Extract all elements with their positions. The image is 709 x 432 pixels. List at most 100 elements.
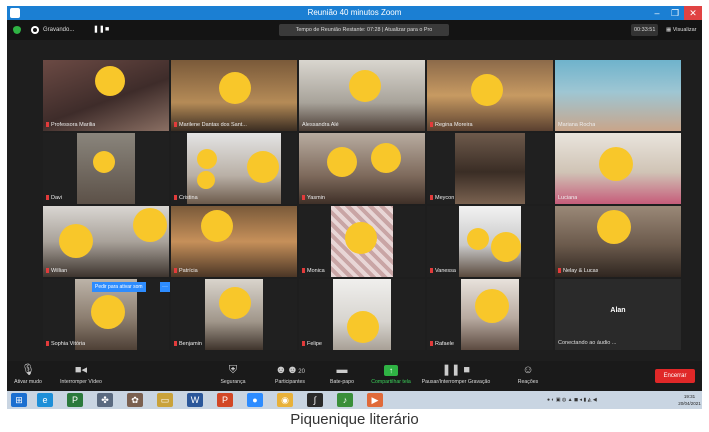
meeting-toolbar: 🎙 Ativar mudo ■◂ Interromper Vídeo ⛨ Segura…: [7, 361, 702, 391]
participant-name: Rafaele: [430, 340, 454, 348]
smiley-icon: ☺: [522, 364, 534, 376]
muted-mic-icon: [46, 341, 49, 346]
participant-name: Cristina: [174, 194, 198, 202]
emoji-face-icon: [219, 72, 251, 104]
more-options-button[interactable]: ···: [160, 282, 170, 292]
system-tray[interactable]: ● ◐ ▣ ◍ ▲ ◼ ◂ ▮ ◭ ◀: [547, 395, 597, 405]
project-icon[interactable]: P: [67, 393, 83, 407]
meeting-top-bar: Gravando... ❚❚ ■ Tempo de Reunião Restan…: [7, 20, 702, 40]
video-tile[interactable]: Felipe: [299, 279, 425, 350]
muted-mic-icon: [430, 268, 433, 273]
view-button[interactable]: ▦ Visualizar: [666, 24, 696, 36]
participant-name: Willian: [46, 267, 67, 275]
video-tile[interactable]: Nelay & Lucas: [555, 206, 681, 277]
video-tile[interactable]: Yasmin: [299, 133, 425, 204]
app-icon[interactable]: ∫: [307, 393, 323, 407]
emoji-face-icon: [347, 311, 379, 343]
share-screen-icon: ↑: [367, 363, 415, 377]
muted-mic-icon: [174, 268, 177, 273]
minimize-button[interactable]: –: [648, 6, 666, 20]
participant-name: Davi: [46, 194, 62, 202]
video-tile[interactable]: Willian: [43, 206, 169, 277]
video-camera-icon: ■◂: [74, 364, 88, 376]
emoji-face-icon: [247, 151, 279, 183]
video-tile[interactable]: Mariana Rocha: [555, 60, 681, 131]
time-remaining-banner[interactable]: Tempo de Reunião Restante: 07:28 | Atual…: [279, 24, 449, 36]
participant-name: Benjamin: [174, 340, 202, 348]
edge-browser-icon[interactable]: e: [37, 393, 53, 407]
stop-video-button[interactable]: ■◂ Interromper Vídeo: [53, 363, 109, 386]
video-tile[interactable]: Monica: [299, 206, 425, 277]
window-title: Reunião 40 minutos Zoom: [307, 8, 402, 17]
pause-recording-button[interactable]: ❚❚: [93, 24, 105, 36]
chat-button[interactable]: ▬ Bate-papo: [325, 363, 359, 386]
app-icon[interactable]: ✤: [97, 393, 113, 407]
video-tile[interactable]: Luciana: [555, 133, 681, 204]
security-shield-icon[interactable]: [13, 26, 21, 34]
image-caption: Piquenique literário: [290, 411, 419, 428]
maximize-button[interactable]: ❐: [666, 6, 684, 20]
muted-mic-icon: [430, 122, 433, 127]
video-tile[interactable]: Vanessa: [427, 206, 553, 277]
muted-mic-icon: [46, 195, 49, 200]
audio-connection-status: Conectando ao áudio ...: [558, 340, 617, 346]
reactions-button[interactable]: ☺ Reações: [513, 363, 543, 386]
ask-to-unmute-button[interactable]: Pedir para ativar som: [92, 282, 146, 292]
recording-status: Gravando...: [43, 27, 75, 33]
video-tile[interactable]: Rafaele: [427, 279, 553, 350]
emoji-face-icon: [59, 224, 93, 258]
participant-name: Luciana: [558, 195, 578, 201]
end-meeting-button[interactable]: Encerrar: [655, 369, 695, 383]
emoji-face-icon: [91, 295, 125, 329]
file-explorer-icon[interactable]: ▭: [157, 393, 173, 407]
participant-name: Marilene Dantas dos Sant...: [174, 121, 247, 129]
emoji-face-icon: [475, 289, 509, 323]
video-tile[interactable]: Marilene Dantas dos Sant...: [171, 60, 297, 131]
video-tile[interactable]: Professora Marilia: [43, 60, 169, 131]
title-bar: Reunião 40 minutos Zoom – ❐ ✕: [7, 6, 702, 20]
video-tile[interactable]: Cristina: [171, 133, 297, 204]
emoji-face-icon: [201, 210, 233, 242]
media-player-icon[interactable]: ▶: [367, 393, 383, 407]
app-icon[interactable]: ✿: [127, 393, 143, 407]
emoji-face-icon: [371, 143, 401, 173]
video-feed: [455, 133, 525, 204]
participant-name: Monica: [302, 267, 325, 275]
powerpoint-icon[interactable]: P: [217, 393, 233, 407]
share-screen-button[interactable]: ↑ Compartilhar tela: [367, 363, 415, 386]
taskbar-clock[interactable]: 19:31 20/04/2021: [677, 393, 702, 407]
video-tile[interactable]: Meycon: [427, 133, 553, 204]
app-icon[interactable]: ♪: [337, 393, 353, 407]
chrome-icon[interactable]: ◉: [277, 393, 293, 407]
mute-button[interactable]: 🎙 Ativar mudo: [11, 363, 45, 386]
word-icon[interactable]: W: [187, 393, 203, 407]
muted-mic-icon: [46, 122, 49, 127]
participants-button[interactable]: ☻☻20 Participantes: [269, 363, 311, 386]
emoji-face-icon: [467, 228, 489, 250]
video-tile-audio-only[interactable]: Alan Conectando ao áudio ...: [555, 279, 681, 350]
video-tile[interactable]: Benjamin: [171, 279, 297, 350]
muted-mic-icon: [46, 268, 49, 273]
emoji-face-icon: [95, 66, 125, 96]
zoom-window: Reunião 40 minutos Zoom – ❐ ✕ Gravando..…: [7, 6, 702, 409]
emoji-face-icon: [93, 151, 115, 173]
video-tile-active-speaker[interactable]: Alessandra Alé: [299, 60, 425, 131]
stop-recording-button[interactable]: ■: [105, 24, 109, 36]
video-tile[interactable]: Regina Moreira: [427, 60, 553, 131]
participant-name: Sophia Vitória: [46, 340, 85, 348]
pause-stop-recording-button[interactable]: ❚❚ ■ Pausar/Interromper Gravação: [421, 363, 491, 386]
muted-mic-icon: [302, 341, 305, 346]
security-button[interactable]: ⛨ Segurança: [215, 363, 251, 386]
zoom-icon[interactable]: ●: [247, 393, 263, 407]
muted-mic-icon: [174, 122, 177, 127]
participant-name: Vanessa: [430, 267, 456, 275]
meeting-timer: 00:33:51: [631, 24, 659, 36]
windows-start-icon[interactable]: ⊞: [11, 393, 27, 407]
emoji-face-icon: [197, 171, 215, 189]
video-tile[interactable]: Patrícia: [171, 206, 297, 277]
muted-mic-icon: [430, 341, 433, 346]
emoji-face-icon: [345, 222, 377, 254]
emoji-face-icon: [597, 210, 631, 244]
video-tile[interactable]: Davi: [43, 133, 169, 204]
close-button[interactable]: ✕: [684, 6, 702, 20]
